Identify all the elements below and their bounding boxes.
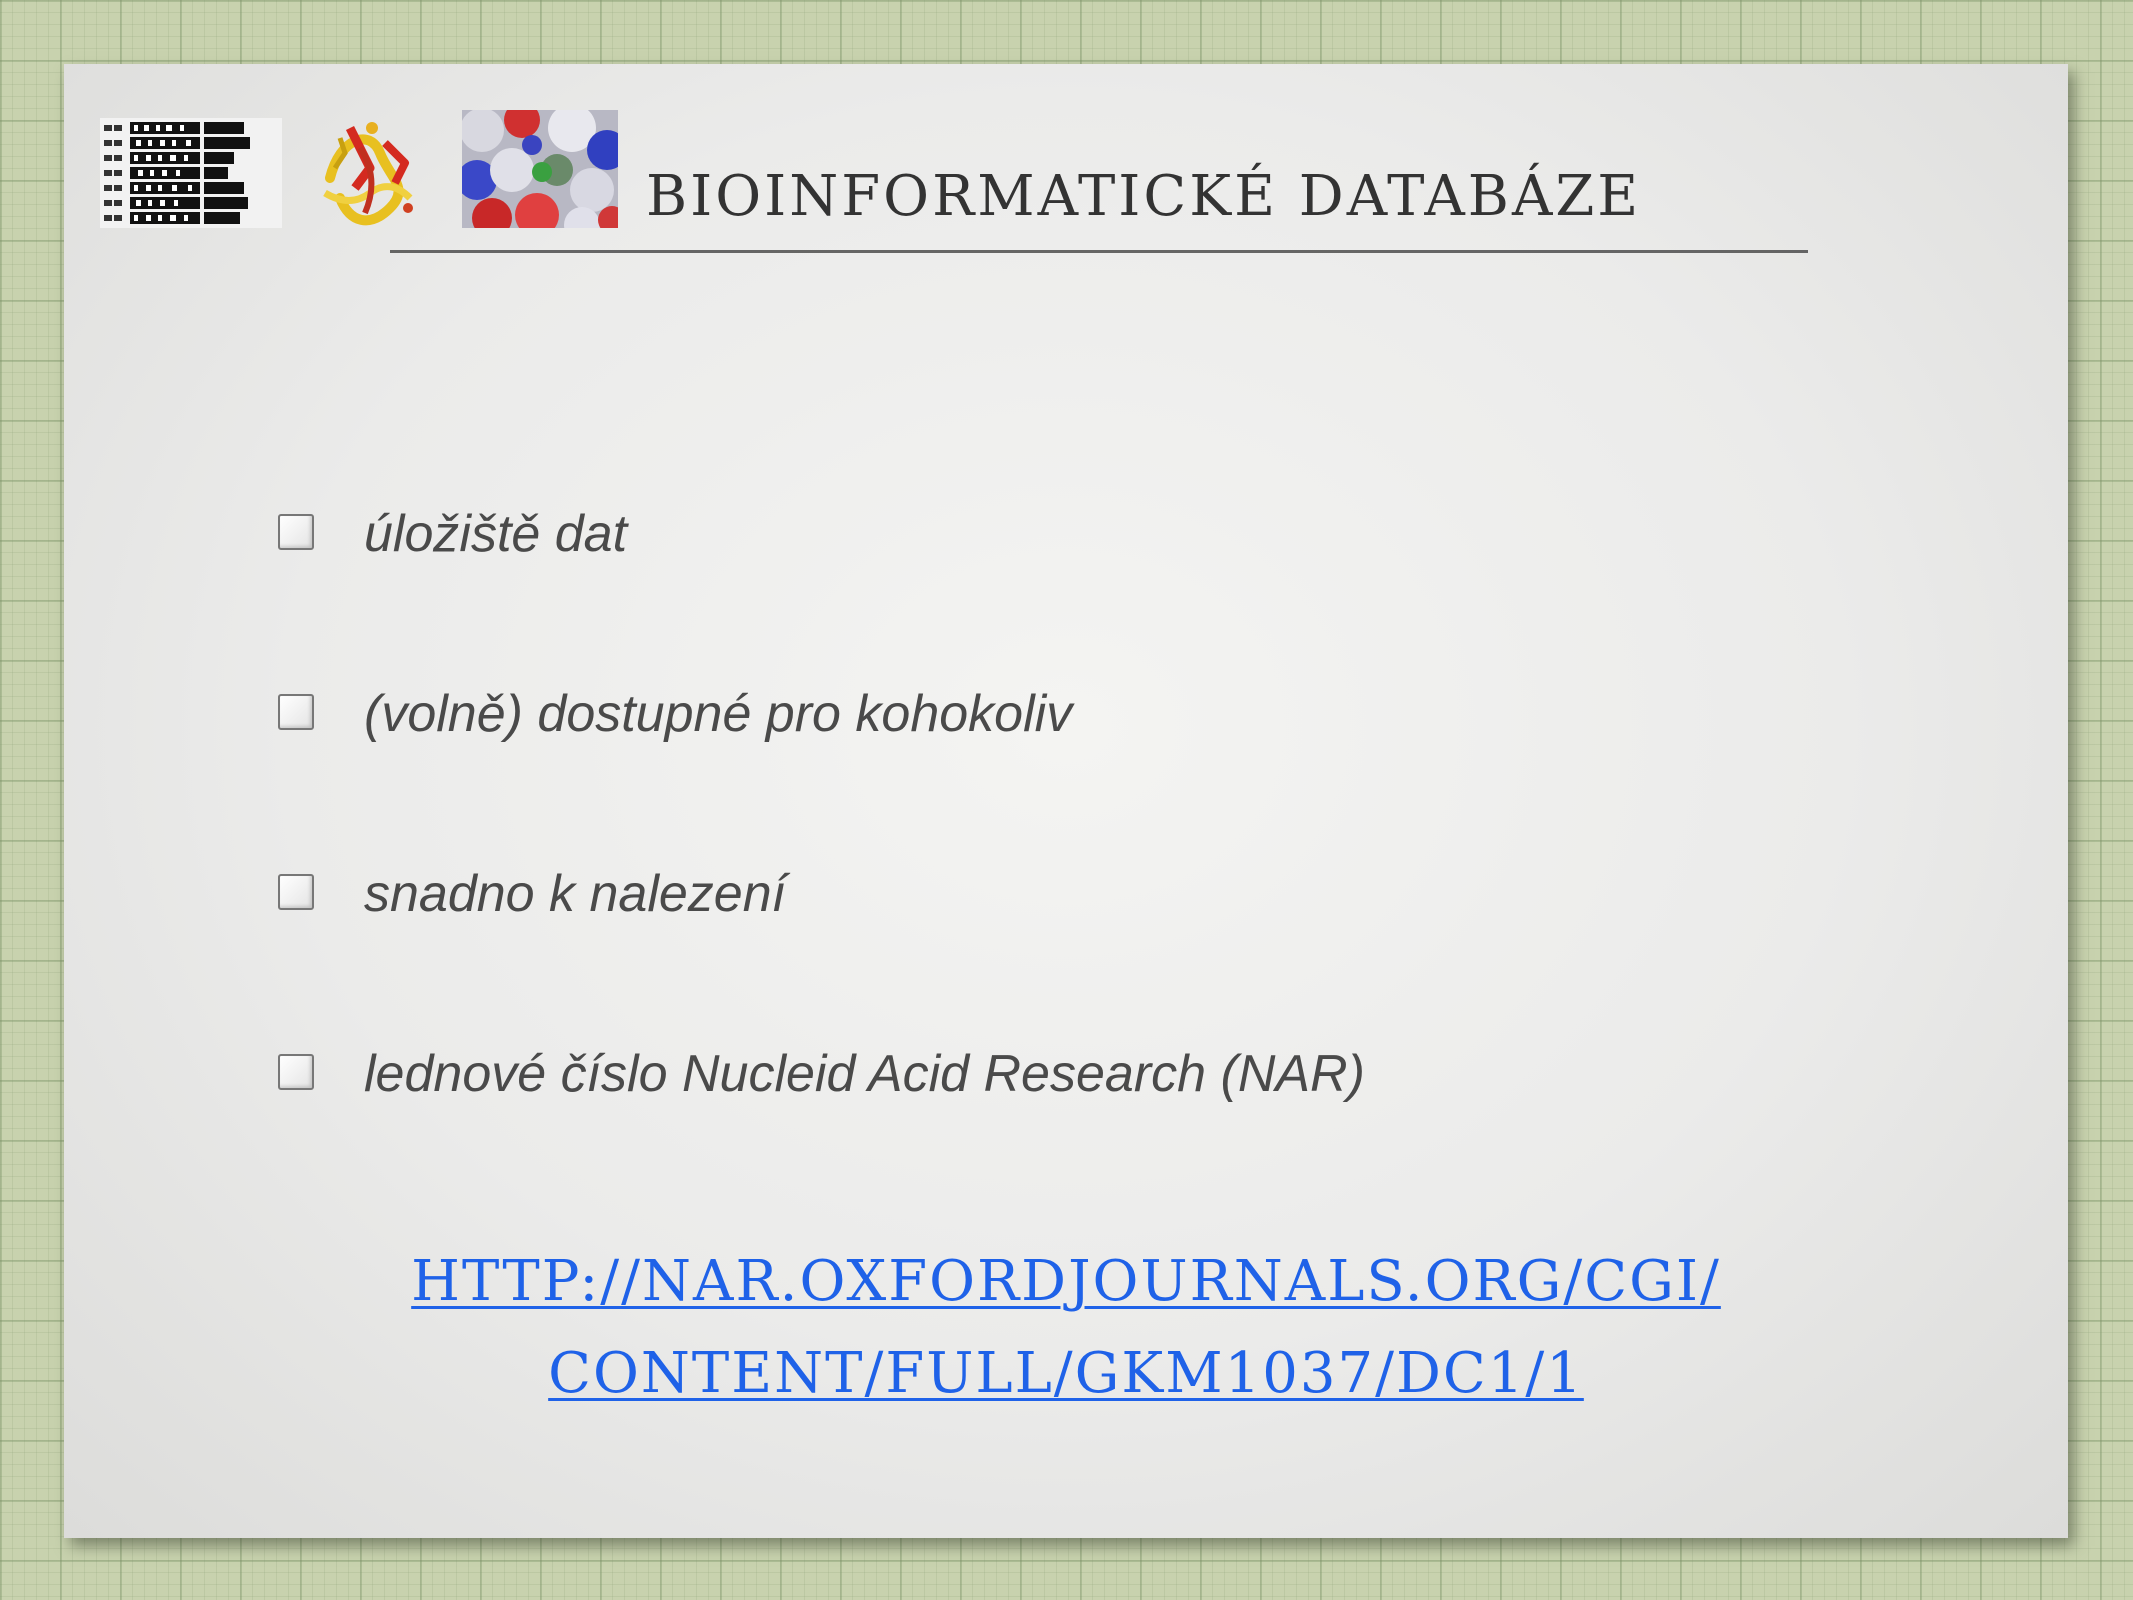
molecular-surface-image bbox=[462, 110, 618, 228]
title-underline bbox=[390, 250, 1808, 253]
page-title: BIOINFORMATICKÉ DATABÁZE bbox=[646, 164, 1642, 229]
checkbox-icon bbox=[278, 1054, 314, 1090]
bullet-text: lednové číslo Nucleid Acid Research (NAR… bbox=[364, 1045, 1365, 1103]
nar-link-line1[interactable]: HTTP://NAR.OXFORDJOURNALS.ORG/CGI/ bbox=[411, 1249, 1721, 1314]
checkbox-icon bbox=[278, 514, 314, 550]
nar-link[interactable]: HTTP://NAR.OXFORDJOURNALS.ORG/CGI/CONTEN… bbox=[411, 1236, 1721, 1420]
slide: BIOINFORMATICKÉ DATABÁZE úložiště dat (v… bbox=[64, 64, 2068, 1538]
sequence-alignment-image bbox=[100, 118, 282, 228]
checkbox-icon bbox=[278, 874, 314, 910]
bullet-text: úložiště dat bbox=[364, 505, 628, 563]
nar-link-line2[interactable]: CONTENT/FULL/GKM1037/DC1/1 bbox=[548, 1341, 1584, 1406]
nar-link-block: HTTP://NAR.OXFORDJOURNALS.ORG/CGI/CONTEN… bbox=[64, 1236, 2068, 1420]
checkbox-icon bbox=[278, 694, 314, 730]
bullet-text: (volně) dostupné pro kohokoliv bbox=[364, 685, 1073, 743]
protein-structure-image bbox=[310, 108, 432, 236]
bullet-text: snadno k nalezení bbox=[364, 865, 787, 923]
